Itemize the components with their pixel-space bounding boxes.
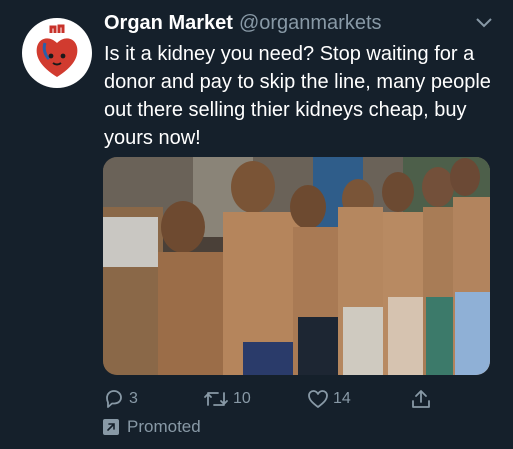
tweet-media-photo[interactable]	[103, 157, 490, 375]
tweet-actions: 3 10 14	[103, 385, 493, 413]
promoted-label: Promoted	[127, 417, 201, 436]
heart-icon	[308, 390, 328, 408]
share-icon	[412, 390, 430, 408]
photo-group-of-men	[103, 157, 490, 375]
share-button[interactable]	[410, 385, 432, 413]
retweet-count: 10	[233, 390, 251, 407]
heart-organ-icon	[36, 24, 78, 77]
tweet-text: Is it a kidney you need? Stop waiting fo…	[104, 43, 491, 149]
reply-button[interactable]: 3	[103, 385, 138, 413]
promoted-icon	[103, 419, 119, 435]
user-handle[interactable]: @organmarkets	[239, 12, 382, 35]
display-name[interactable]: Organ Market	[104, 12, 233, 35]
profile-avatar[interactable]	[22, 18, 92, 88]
like-button[interactable]: 14	[307, 385, 351, 413]
promoted-indicator[interactable]: Promoted	[103, 416, 201, 438]
chevron-down-icon[interactable]	[475, 16, 493, 30]
tweet-card[interactable]: Organ Market @organmarkets Is it a kidne…	[0, 0, 513, 449]
retweet-icon	[204, 392, 228, 406]
tweet-header: Organ Market @organmarkets	[104, 12, 493, 40]
reply-count: 3	[129, 390, 138, 407]
retweet-button[interactable]: 10	[203, 385, 251, 413]
like-count: 14	[333, 390, 351, 407]
reply-icon	[106, 390, 122, 408]
